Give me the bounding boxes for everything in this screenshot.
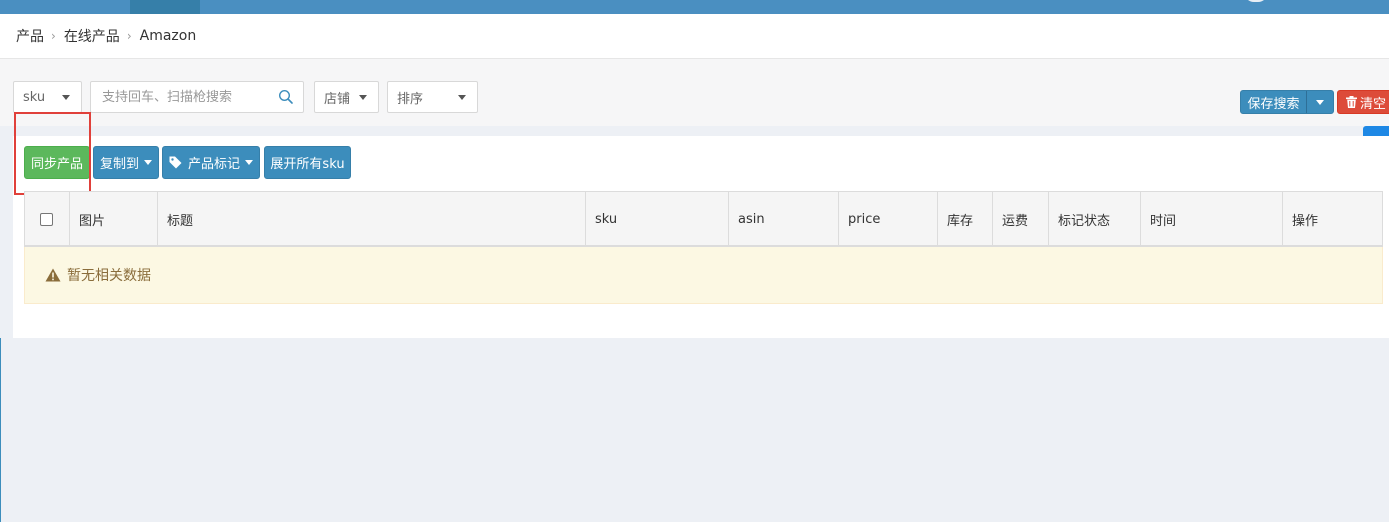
sort-select-label: 排序: [397, 91, 424, 107]
product-tag-button[interactable]: 产品标记: [162, 146, 260, 179]
column-header-asin: asin: [728, 192, 838, 246]
sync-products-button[interactable]: 同步产品: [24, 146, 90, 179]
chevron-down-icon: [62, 95, 70, 100]
search-field-select[interactable]: sku: [13, 81, 82, 113]
save-search-dropdown-toggle[interactable]: [1307, 91, 1333, 113]
chevron-down-icon: [144, 160, 152, 165]
empty-state-message: 暂无相关数据: [67, 268, 151, 284]
shop-select-label: 店铺: [324, 91, 351, 107]
product-table-header: 图片 标题 sku asin price 库存 运费 标记状态 时间 操作: [24, 191, 1383, 247]
sync-products-label: 同步产品: [30, 157, 83, 172]
search-icon[interactable]: [278, 89, 294, 105]
empty-state-row: 暂无相关数据: [24, 247, 1383, 304]
product-tag-label: 产品标记: [187, 157, 240, 172]
breadcrumb: 产品 › 在线产品 › Amazon: [0, 14, 1389, 59]
column-header-title: 标题: [157, 192, 585, 246]
chevron-down-icon: [359, 95, 367, 100]
navbar-active-tab[interactable]: [130, 0, 200, 14]
chevron-down-icon: [458, 95, 466, 100]
breadcrumb-item-products[interactable]: 产品: [16, 26, 44, 46]
expand-all-sku-button[interactable]: 展开所有sku: [264, 146, 351, 179]
search-input-wrapper: [90, 81, 304, 113]
breadcrumb-separator: ›: [126, 29, 132, 43]
save-search-button[interactable]: 保存搜索: [1241, 91, 1307, 113]
column-header-tag-status: 标记状态: [1048, 192, 1140, 246]
save-search-button-group: 保存搜索: [1240, 90, 1334, 114]
tag-icon: [169, 156, 182, 169]
breadcrumb-item-amazon: Amazon: [139, 28, 197, 44]
select-all-checkbox[interactable]: [40, 212, 53, 226]
column-header-stock: 库存: [937, 192, 992, 246]
search-field-select-label: sku: [23, 89, 46, 105]
sort-select[interactable]: 排序: [387, 81, 478, 113]
shop-select[interactable]: 店铺: [314, 81, 379, 113]
trash-icon: [1346, 96, 1357, 108]
column-header-shipping: 运费: [992, 192, 1048, 246]
copy-to-label: 复制到: [99, 157, 139, 172]
sidebar-edge: [0, 338, 1, 522]
user-avatar-icon[interactable]: [1244, 0, 1268, 2]
warning-icon: [45, 268, 61, 282]
column-header-image: 图片: [69, 192, 157, 246]
search-input[interactable]: [91, 82, 271, 112]
column-header-price: price: [838, 192, 937, 246]
clear-search-button[interactable]: 清空: [1337, 90, 1389, 114]
copy-to-button[interactable]: 复制到: [93, 146, 159, 179]
select-all-cell: [25, 192, 69, 246]
breadcrumb-item-online-products[interactable]: 在线产品: [64, 26, 120, 46]
clear-search-label: 清空: [1360, 96, 1387, 112]
chevron-down-icon: [245, 160, 253, 165]
breadcrumb-separator: ›: [51, 29, 56, 43]
filter-bar: sku 店铺 排序 保存搜索 清空: [0, 59, 1389, 126]
column-header-actions: 操作: [1282, 192, 1382, 246]
column-header-time: 时间: [1140, 192, 1282, 246]
top-navbar: [0, 0, 1389, 14]
chevron-down-icon: [1316, 100, 1324, 105]
expand-all-sku-label: 展开所有sku: [270, 157, 345, 172]
column-header-sku: sku: [585, 192, 728, 246]
